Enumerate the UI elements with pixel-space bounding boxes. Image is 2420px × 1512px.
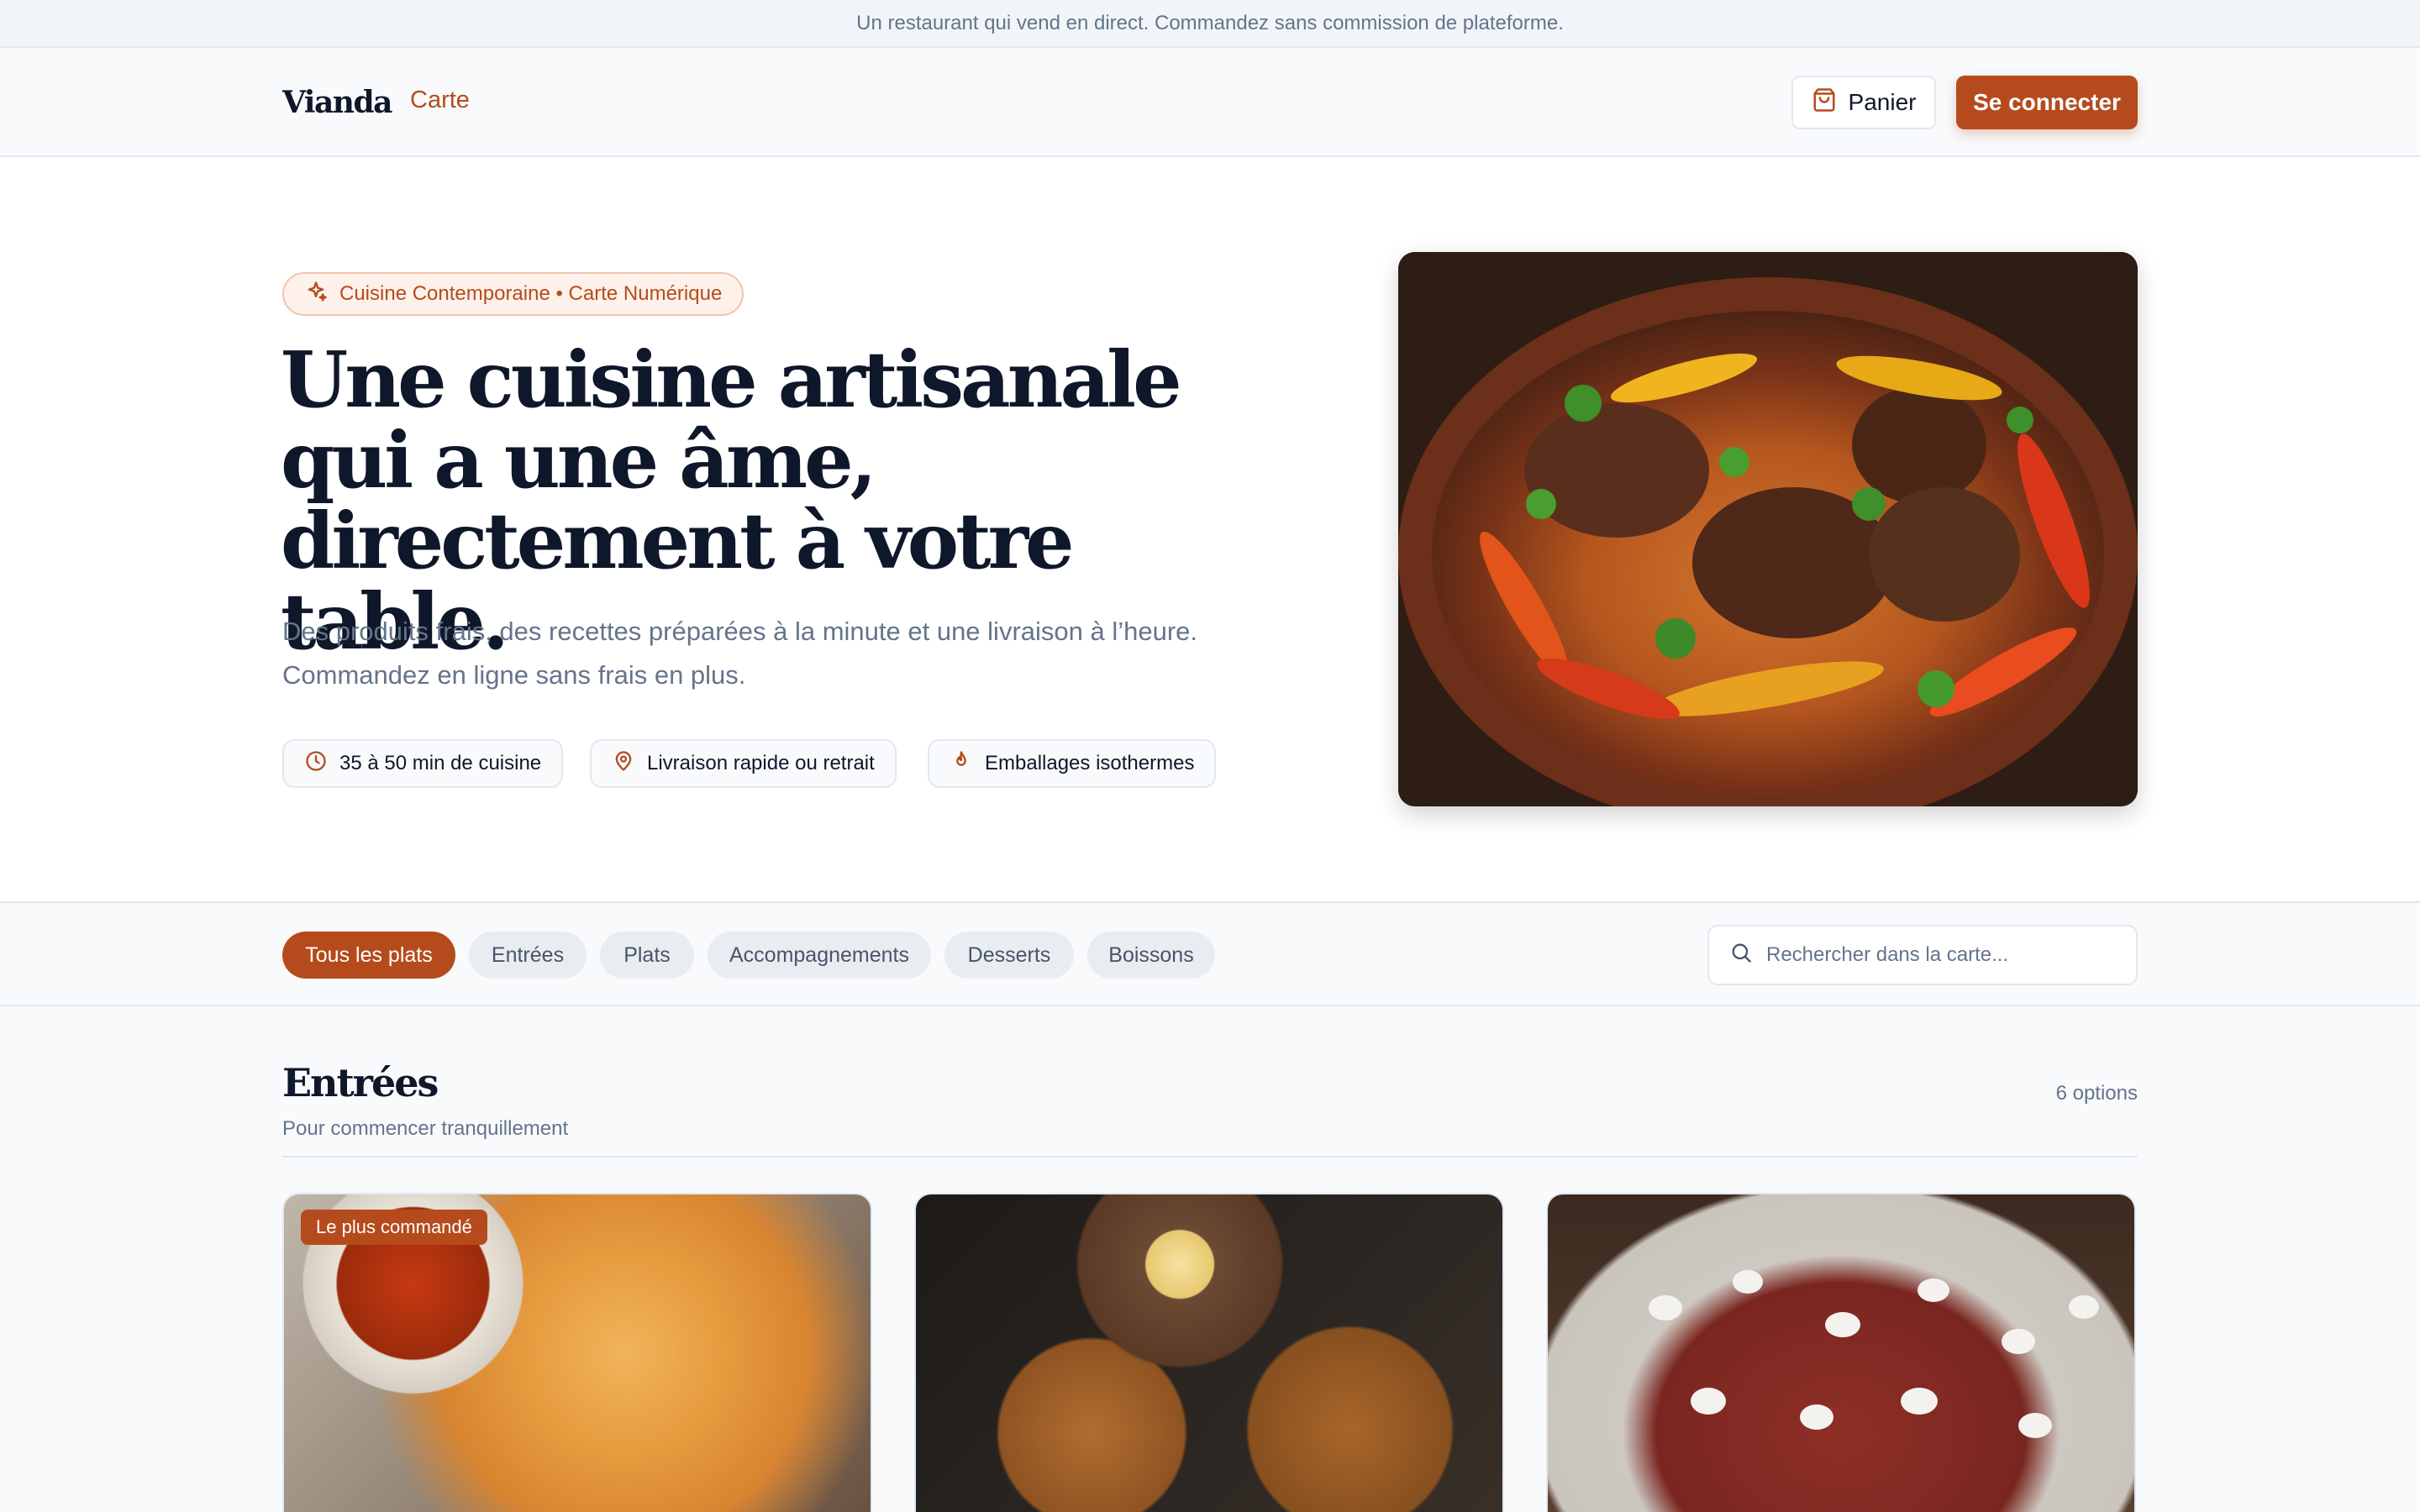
hero-dish-image (1398, 252, 2138, 806)
map-pin-icon (612, 749, 635, 779)
clock-icon (304, 749, 328, 779)
filter-pill-plats[interactable]: Plats (600, 932, 694, 979)
filter-pill-accompagnements[interactable]: Accompagnements (708, 932, 931, 979)
hero-dish-illustration (1398, 252, 2138, 806)
garnish (1691, 1388, 1726, 1415)
search-placeholder: Rechercher dans la carte... (1766, 943, 2009, 966)
feature-chip-label: 35 à 50 min de cuisine (339, 752, 542, 774)
feature-chip-packaging: Emballages isothermes (928, 739, 1217, 788)
menu-card[interactable] (914, 1193, 1504, 1512)
section-title: Entrées (282, 1060, 439, 1105)
filter-pill-desserts[interactable]: Desserts (944, 932, 1074, 979)
category-filter-bar: Tous les plats Entrées Plats Accompagnem… (0, 901, 2420, 1006)
cart-button[interactable]: Panier (1791, 76, 1936, 129)
announcement-text: Un restaurant qui vend en direct. Comman… (856, 11, 1564, 34)
popular-badge: Le plus commandé (301, 1210, 487, 1245)
menu-search-input[interactable]: Rechercher dans la carte... (1707, 925, 2138, 985)
feature-chip-label: Livraison rapide ou retrait (647, 752, 875, 774)
hero-title-line: qui a une âme, (281, 415, 877, 506)
feature-chip-cooking-time: 35 à 50 min de cuisine (282, 739, 564, 788)
sparkles-icon (304, 280, 328, 309)
feature-chip-delivery: Livraison rapide ou retrait (590, 739, 897, 788)
filter-pill-boissons[interactable]: Boissons (1087, 932, 1215, 979)
garnish (1901, 1388, 1938, 1415)
garnish (1649, 1295, 1682, 1320)
hero-subtitle: Des produits frais, des recettes préparé… (282, 610, 1291, 697)
garnish (2069, 1295, 2099, 1319)
cart-label: Panier (1848, 89, 1917, 115)
logo[interactable]: Vianda (282, 85, 392, 120)
garnish (2002, 1329, 2035, 1354)
garnish (1825, 1312, 1860, 1337)
section-divider (282, 1156, 2138, 1158)
filter-pill-all[interactable]: Tous les plats (282, 932, 455, 979)
hero-subtitle-line: Des produits frais, des recettes préparé… (282, 617, 1198, 646)
feature-chip-label: Emballages isothermes (985, 752, 1195, 774)
nav-link-carte[interactable]: Carte (410, 87, 470, 114)
hero-badge: Cuisine Contemporaine • Carte Numérique (282, 272, 744, 316)
shopping-bag-icon (1812, 87, 1837, 118)
announcement-bar: Un restaurant qui vend en direct. Comman… (0, 0, 2420, 48)
garnish (1918, 1278, 1949, 1302)
garnish (1733, 1270, 1763, 1294)
login-button[interactable]: Se connecter (1956, 76, 2138, 129)
flame-icon (950, 749, 973, 779)
hero-badge-label: Cuisine Contemporaine • Carte Numérique (339, 282, 723, 305)
menu-card[interactable] (1546, 1193, 2136, 1512)
section-subtitle: Pour commencer tranquillement (282, 1117, 569, 1140)
hero-title-line: Une cuisine artisanale (281, 334, 1182, 425)
garnish (2018, 1413, 2052, 1438)
search-icon (1729, 941, 1753, 970)
garnish (1800, 1404, 1833, 1430)
hero-subtitle-line: Commandez en ligne sans frais en plus. (282, 660, 746, 690)
section-count: 6 options (2055, 1082, 2138, 1105)
filter-pill-entrees[interactable]: Entrées (469, 932, 587, 979)
site-header: Vianda Carte Panier Se connecter (0, 48, 2420, 157)
